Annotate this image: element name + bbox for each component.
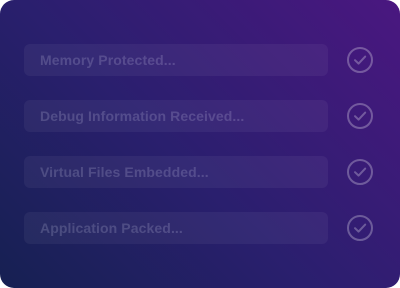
step-item-memory-protected: Memory Protected... — [24, 44, 376, 76]
check-circle-icon — [346, 46, 374, 74]
step-label: Memory Protected... — [40, 52, 176, 68]
check-circle-icon — [346, 158, 374, 186]
step-list: Memory Protected... Debug Information Re… — [24, 44, 376, 268]
step-pill: Application Packed... — [24, 212, 328, 244]
step-label: Virtual Files Embedded... — [40, 164, 209, 180]
check-circle-icon — [346, 214, 374, 242]
step-pill: Virtual Files Embedded... — [24, 156, 328, 188]
check-circle-icon — [346, 102, 374, 130]
step-pill: Debug Information Received... — [24, 100, 328, 132]
step-pill: Memory Protected... — [24, 44, 328, 76]
step-item-application-packed: Application Packed... — [24, 212, 376, 244]
step-label: Application Packed... — [40, 220, 183, 236]
step-item-debug-information-received: Debug Information Received... — [24, 100, 376, 132]
step-item-virtual-files-embedded: Virtual Files Embedded... — [24, 156, 376, 188]
progress-card: Memory Protected... Debug Information Re… — [0, 0, 400, 288]
step-label: Debug Information Received... — [40, 108, 245, 124]
